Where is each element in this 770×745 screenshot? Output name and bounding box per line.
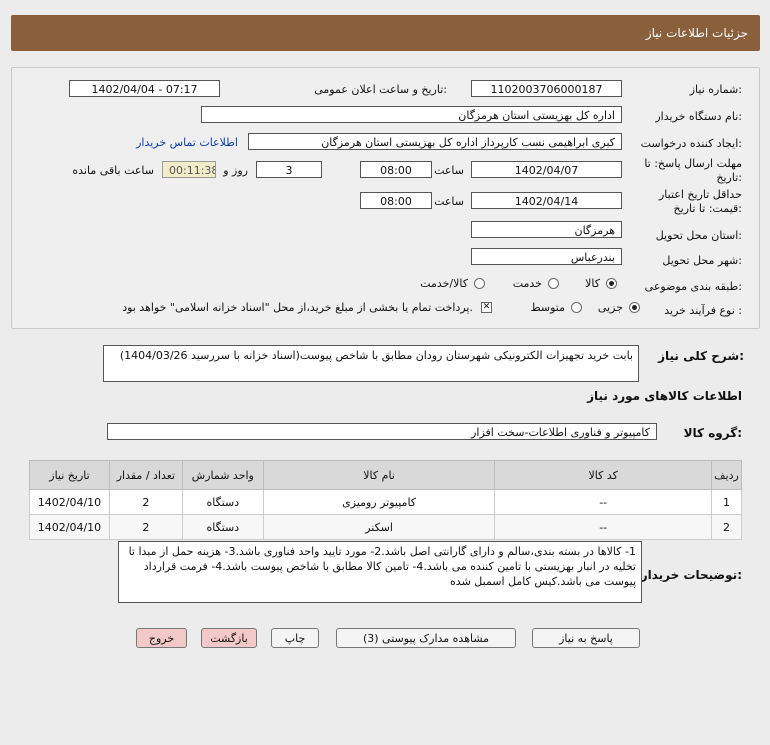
cell-unit: دستگاه <box>181 489 264 515</box>
requester-label: ایجاد کننده درخواست: <box>640 137 742 150</box>
reply-deadline-label-2: تاریخ: <box>716 171 742 184</box>
cell-row: 2 <box>710 514 743 540</box>
province-label: استان محل تحویل: <box>655 229 742 242</box>
category-goods-radio[interactable] <box>606 278 617 289</box>
process-minor-radio[interactable] <box>629 302 640 313</box>
reply-button[interactable]: پاسخ به نیاز <box>532 628 640 648</box>
category-goods-service-radio[interactable] <box>474 278 485 289</box>
validity-date-field: 1402/04/14 <box>471 192 622 209</box>
reply-date-field: 1402/04/07 <box>471 161 622 178</box>
days-field: 3 <box>256 161 322 178</box>
table-header-row: تاریخ نیاز تعداد / مقدار واحد شمارش نام … <box>29 460 743 490</box>
cell-goods-name: کامپیوتر رومیزی <box>262 489 496 515</box>
table-row: 1402/04/10 2 دستگاه کامپیوتر رومیزی -- 1 <box>29 489 743 515</box>
reply-time-label: ساعت <box>434 164 464 177</box>
process-medium-radio[interactable] <box>571 302 582 313</box>
print-button[interactable]: چاپ <box>271 628 319 648</box>
category-service-label: خدمت <box>512 277 542 290</box>
days-label: روز و <box>223 164 248 177</box>
remaining-label: ساعت باقی مانده <box>72 164 154 177</box>
price-validity-label-2: قیمت: تا تاریخ: <box>673 202 742 215</box>
category-service-radio[interactable] <box>548 278 559 289</box>
requester-field: کبری ابراهیمی نسب کارپرداز اداره کل بهزی… <box>248 133 622 150</box>
category-goods-service-label: کالا/خدمت <box>420 277 468 290</box>
city-label: شهر محل تحویل: <box>662 254 742 267</box>
buyer-contact-link[interactable]: اطلاعات تماس خریدار <box>136 136 238 149</box>
need-number-field: 1102003706000187 <box>471 80 622 97</box>
exit-button[interactable]: خروج <box>136 628 187 648</box>
category-label: طبقه بندی موضوعی: <box>644 280 742 293</box>
col-row: ردیف <box>710 460 743 490</box>
remaining-timer: 00:11:38 <box>162 161 216 178</box>
validity-time-field: 08:00 <box>360 192 432 209</box>
province-field: هرمزگان <box>471 221 622 238</box>
summary-field: بابت خرید تجهیزات الکترونیکی شهرستان رود… <box>103 345 639 382</box>
cell-quantity: 2 <box>108 489 183 515</box>
summary-label: شرح کلی نیاز: <box>658 349 744 363</box>
buyer-notes-field: 1- کالاها در بسته بندی،سالم و دارای گارا… <box>118 541 642 603</box>
col-goods-name: نام کالا <box>262 460 496 490</box>
cell-goods-name: اسکنر <box>262 514 496 540</box>
treasury-checkbox[interactable]: ✕ <box>481 302 492 313</box>
price-validity-label: حداقل تاریخ اعتبار <box>658 188 742 201</box>
process-minor-label: جزیی <box>597 301 623 314</box>
process-label: نوع فرآیند خرید : <box>664 304 742 317</box>
buyer-org-field: اداره کل بهزیستی استان هرمزگان <box>201 106 622 123</box>
goods-group-label: گروه کالا: <box>683 426 742 440</box>
col-unit: واحد شمارش <box>181 460 264 490</box>
table-row: 1402/04/10 2 دستگاه اسکنر -- 2 <box>29 514 743 540</box>
process-medium-label: متوسط <box>530 301 565 314</box>
reply-time-field: 08:00 <box>360 161 432 178</box>
announce-label: تاریخ و ساعت اعلان عمومی: <box>314 83 447 96</box>
cell-goods-code: -- <box>494 489 712 515</box>
goods-table: تاریخ نیاز تعداد / مقدار واحد شمارش نام … <box>29 460 743 540</box>
validity-time-label: ساعت <box>434 195 464 208</box>
reply-deadline-label: مهلت ارسال پاسخ: تا <box>644 157 742 170</box>
announce-field: 1402/04/04 - 07:17 <box>69 80 220 97</box>
cell-goods-code: -- <box>494 514 712 540</box>
buyer-notes-label: توضیحات خریدار: <box>640 568 742 582</box>
need-number-label: شماره نیاز: <box>689 83 742 96</box>
cell-unit: دستگاه <box>181 514 264 540</box>
goods-info-title: اطلاعات کالاهای مورد نیاز <box>587 389 742 403</box>
page-header: جزئیات اطلاعات نیاز <box>11 15 760 51</box>
payment-note: پرداخت تمام یا بخشی از مبلغ خرید،از محل … <box>122 301 473 314</box>
cell-row: 1 <box>710 489 743 515</box>
col-need-date: تاریخ نیاز <box>29 460 110 490</box>
back-button[interactable]: بازگشت <box>201 628 257 648</box>
cell-quantity: 2 <box>108 514 183 540</box>
category-goods-label: کالا <box>585 277 600 290</box>
cell-need-date: 1402/04/10 <box>29 514 110 540</box>
cell-need-date: 1402/04/10 <box>29 489 110 515</box>
col-goods-code: کد کالا <box>494 460 712 490</box>
buyer-org-label: نام دستگاه خریدار: <box>655 110 742 123</box>
page-title: جزئیات اطلاعات نیاز <box>645 26 748 40</box>
col-quantity: تعداد / مقدار <box>108 460 183 490</box>
attachments-button[interactable]: مشاهده مدارک پیوستی (3) <box>336 628 516 648</box>
city-field: بندرعباس <box>471 248 622 265</box>
goods-group-field: کامپیوتر و فناوری اطلاعات-سخت افزار <box>107 423 657 440</box>
